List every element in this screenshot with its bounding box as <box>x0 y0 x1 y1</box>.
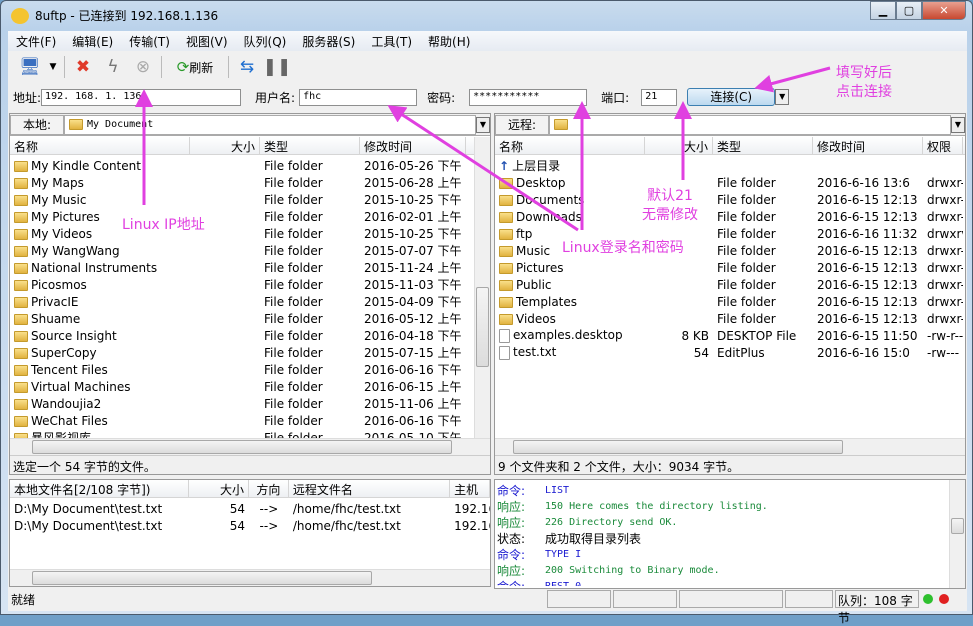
annotation-port: 默认21 <box>647 188 693 204</box>
annotation-port-2: 无需修改 <box>642 207 698 223</box>
annotation-connect-2: 点击连接 <box>836 84 892 100</box>
annotation-login: Linux登录名和密码 <box>562 240 684 256</box>
annotation-connect: 填写好后 <box>836 65 892 81</box>
arrow-connect <box>754 66 831 93</box>
annotation-ip: Linux IP地址 <box>122 217 205 233</box>
annotation-arrows <box>135 66 831 232</box>
arrow-user <box>387 105 579 232</box>
